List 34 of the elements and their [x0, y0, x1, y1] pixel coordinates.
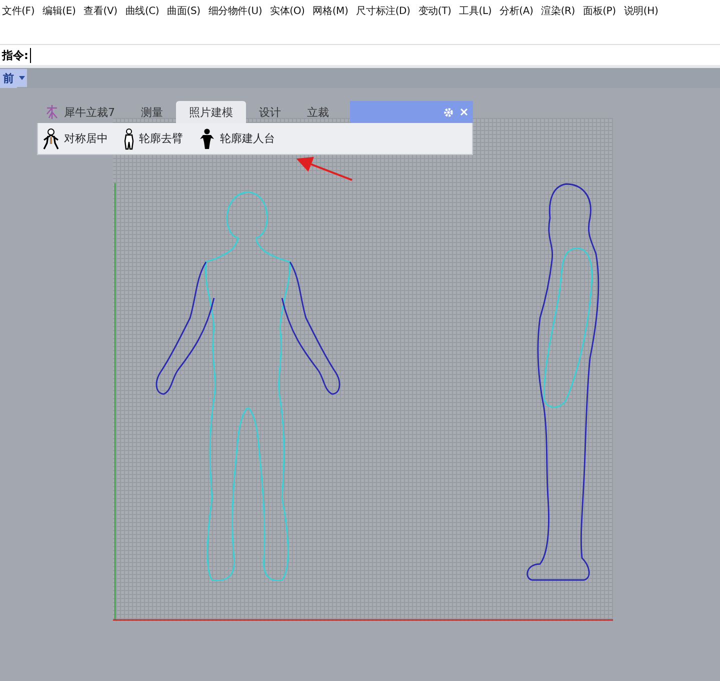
menu-item[interactable]: 说明(H)	[624, 4, 658, 18]
figure-icon	[197, 128, 217, 150]
menu-item[interactable]: 查看(V)	[84, 4, 118, 18]
menu-item[interactable]: 面板(P)	[582, 4, 616, 18]
menu-item[interactable]: 曲线(C)	[125, 4, 160, 18]
settings-icon[interactable]	[443, 106, 454, 118]
toolbar-tab[interactable]: 立裁	[294, 101, 342, 123]
menu-item[interactable]: 尺寸标注(D)	[356, 4, 410, 18]
menu-item[interactable]: 编辑(E)	[42, 4, 76, 18]
menu-item[interactable]: 分析(A)	[500, 4, 534, 18]
tool-button[interactable]: 轮廓去臂	[122, 128, 183, 150]
caret-icon[interactable]	[17, 69, 27, 87]
toolbar-tab[interactable]: 测量	[128, 101, 176, 123]
menu-item[interactable]: 工具(L)	[459, 4, 492, 18]
toolbar-tab[interactable]: 设计	[246, 101, 294, 123]
menu-item[interactable]: 网格(M)	[312, 4, 348, 18]
menu-item[interactable]: 实体(O)	[270, 4, 305, 18]
text-cursor	[30, 48, 32, 62]
viewport-title[interactable]: 前	[0, 68, 17, 88]
menu-item[interactable]: 变动(T)	[418, 4, 452, 18]
figure-icon	[41, 128, 61, 150]
command-label: 指令:	[2, 48, 28, 62]
menu-item[interactable]: 曲面(S)	[167, 4, 200, 18]
menu-item[interactable]: 细分物件(U)	[208, 4, 262, 18]
toolbar-tab[interactable]: 犀牛立裁7	[37, 101, 128, 123]
tool-button[interactable]: 对称居中	[41, 128, 108, 150]
menu-item[interactable]: 渲染(R)	[541, 4, 575, 18]
toolbar-tab[interactable]: 照片建模	[176, 101, 246, 123]
figure-icon	[122, 128, 136, 150]
menu-item[interactable]: 文件(F)	[2, 4, 35, 18]
logo-icon	[44, 104, 60, 120]
pointer-arrow	[296, 156, 352, 181]
close-icon[interactable]	[460, 108, 468, 116]
tool-button[interactable]: 轮廓建人台	[197, 128, 275, 150]
